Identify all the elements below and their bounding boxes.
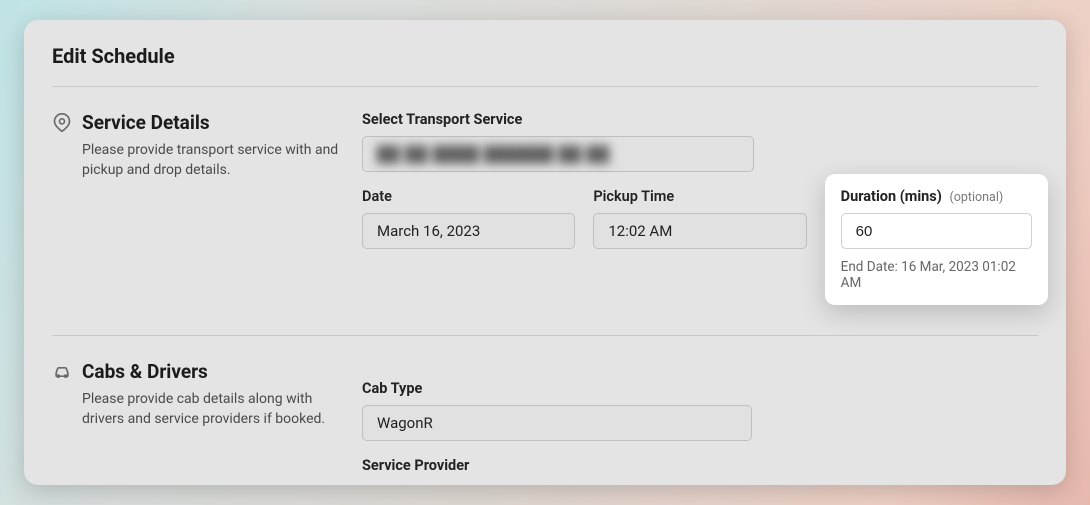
section-title: Cabs & Drivers xyxy=(82,360,342,383)
end-date-helper: End Date: 16 Mar, 2023 01:02 AM xyxy=(841,259,1032,291)
service-details-section: Service Details Please provide transport… xyxy=(52,87,1038,336)
service-provider-label: Service Provider xyxy=(362,457,1038,474)
map-pin-icon xyxy=(52,113,72,133)
cab-type-value: WagonR xyxy=(377,414,433,432)
transport-service-value: ██ ██ ████ ██████ ██ ██ xyxy=(377,145,610,163)
pickup-time-value: 12:02 AM xyxy=(608,222,672,240)
date-input[interactable]: March 16, 2023 xyxy=(362,213,575,249)
section-header: Service Details Please provide transport… xyxy=(52,111,362,305)
transport-service-select[interactable]: ██ ██ ████ ██████ ██ ██ xyxy=(362,136,754,172)
duration-input[interactable] xyxy=(841,213,1032,249)
section-description: Please provide transport service with an… xyxy=(82,140,342,181)
cabs-drivers-section: Cabs & Drivers Please provide cab detail… xyxy=(52,336,1038,482)
car-icon xyxy=(52,362,72,382)
pickup-time-input[interactable]: 12:02 AM xyxy=(593,213,806,249)
edit-schedule-card: Edit Schedule Service Details Please pro… xyxy=(24,20,1066,485)
duration-highlight-card: Duration (mins) (optional) End Date: 16 … xyxy=(825,174,1048,305)
date-label: Date xyxy=(362,188,575,205)
section-description: Please provide cab details along with dr… xyxy=(82,389,342,430)
cab-type-label: Cab Type xyxy=(362,380,752,397)
section-title: Service Details xyxy=(82,111,342,134)
page-title: Edit Schedule xyxy=(52,44,1038,87)
duration-label: Duration (mins) (optional) xyxy=(841,188,1032,205)
duration-optional-tag: (optional) xyxy=(949,190,1003,205)
section-header: Cabs & Drivers Please provide cab detail… xyxy=(52,360,362,482)
pickup-time-label: Pickup Time xyxy=(593,188,806,205)
date-value: March 16, 2023 xyxy=(377,222,480,240)
cab-type-select[interactable]: WagonR xyxy=(362,405,752,441)
transport-service-label: Select Transport Service xyxy=(362,111,754,128)
